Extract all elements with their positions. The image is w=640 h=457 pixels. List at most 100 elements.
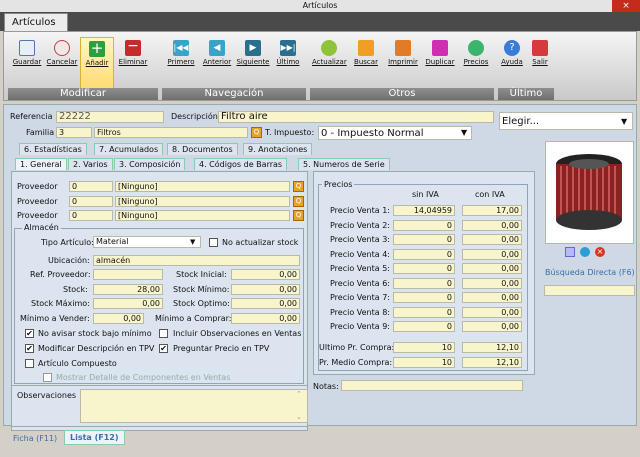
tab-composicion[interactable]: 3. Composición xyxy=(114,158,186,170)
proveedor-name-1: [Ninguno] xyxy=(115,181,290,192)
proveedor-search-icon-2[interactable]: Q xyxy=(293,196,304,207)
image-frame-icon[interactable] xyxy=(565,247,575,257)
precio-venta-con-iva[interactable]: 0,00 xyxy=(462,306,522,318)
proveedor-code-3[interactable]: 0 xyxy=(69,210,113,221)
busqueda-directa-field[interactable] xyxy=(544,285,635,296)
precio-venta-con-iva[interactable]: 0,00 xyxy=(462,263,522,274)
last-icon: ▶▶| xyxy=(280,40,296,56)
precio-venta-con-iva[interactable]: 0,00 xyxy=(462,292,522,303)
view-icon[interactable] xyxy=(580,247,590,257)
tipo-select[interactable]: Material xyxy=(93,236,201,248)
prices-icon xyxy=(468,40,484,56)
stock-inicial-field[interactable]: 0,00 xyxy=(231,269,300,280)
cancelar-button[interactable]: Cancelar xyxy=(45,37,79,85)
elegir-select[interactable]: Elegir... xyxy=(499,112,633,130)
no-avisar-checkbox[interactable]: ✔ xyxy=(25,329,34,338)
compuesto-checkbox[interactable] xyxy=(25,359,34,368)
guardar-button[interactable]: Guardar xyxy=(10,37,44,85)
precio-venta-label: Precio Venta 2: xyxy=(330,220,390,230)
referencia-label: Referencia xyxy=(10,112,53,121)
ayuda-button[interactable]: ? Ayuda xyxy=(498,37,526,85)
precio-venta-sin-iva[interactable]: 0 xyxy=(393,234,455,245)
tab-estadisticas[interactable]: 6. Estadísticas xyxy=(19,143,87,155)
familia-code-field[interactable]: 3 xyxy=(56,127,92,138)
precios-title: Precios xyxy=(322,180,355,189)
stock-minimo-field[interactable]: 0,00 xyxy=(231,284,300,295)
ultimo-compra-sin[interactable]: 10 xyxy=(393,342,455,353)
primero-button[interactable]: |◀◀ Primero xyxy=(164,37,198,85)
buscar-button[interactable]: Buscar xyxy=(349,37,383,85)
remove-image-icon[interactable]: × xyxy=(595,247,605,257)
proveedor-search-icon-3[interactable]: Q xyxy=(293,210,304,221)
precio-venta-con-iva[interactable]: 0,00 xyxy=(462,234,522,245)
familia-search-icon[interactable]: Q xyxy=(251,127,262,138)
tab-documentos[interactable]: 8. Documentos xyxy=(167,143,238,155)
siguiente-button[interactable]: ▶ Siguiente xyxy=(236,37,270,85)
tab-codigos[interactable]: 4. Códigos de Barras xyxy=(194,158,288,170)
precio-venta-con-iva[interactable]: 0,00 xyxy=(462,321,522,332)
impuesto-select[interactable]: 0 - Impuesto Normal xyxy=(318,126,472,140)
precio-venta-con-iva[interactable]: 17,00 xyxy=(462,205,522,216)
ubicacion-field[interactable]: almacén xyxy=(93,255,300,266)
tab-numeros-serie[interactable]: 5. Numeros de Serie xyxy=(298,158,390,170)
scroll-down-icon[interactable]: ⌄ xyxy=(296,413,302,421)
precio-venta-con-iva[interactable]: 0,00 xyxy=(462,219,522,231)
precio-venta-sin-iva[interactable]: 0 xyxy=(393,263,455,274)
precios-button[interactable]: Precios xyxy=(459,37,493,85)
tab-general[interactable]: 1. General xyxy=(15,158,67,170)
ultimo-button[interactable]: ▶▶| Último xyxy=(271,37,305,85)
observaciones-textarea[interactable] xyxy=(80,389,308,423)
incluir-checkbox[interactable] xyxy=(159,329,168,338)
proveedor-code-2[interactable]: 0 xyxy=(69,196,113,207)
col-sin-iva: sin IVA xyxy=(412,190,439,199)
imprimir-button[interactable]: Imprimir xyxy=(386,37,420,85)
precio-venta-sin-iva[interactable]: 0 xyxy=(393,248,455,260)
tab-articulos[interactable]: Artículos xyxy=(4,13,68,31)
anterior-button[interactable]: ◀ Anterior xyxy=(200,37,234,85)
medio-compra-sin[interactable]: 10 xyxy=(393,357,455,368)
scroll-up-icon[interactable]: ⌃ xyxy=(296,390,302,398)
group-otros: Actualizar Buscar Imprimir Duplicar Prec… xyxy=(310,34,494,100)
proveedor-code-1[interactable]: 0 xyxy=(69,181,113,192)
descripcion-field[interactable]: Filtro aire xyxy=(218,111,494,123)
preguntar-checkbox[interactable]: ✔ xyxy=(159,344,168,353)
stock-optimo-field[interactable]: 0,00 xyxy=(231,298,300,309)
proveedor-search-icon-1[interactable]: Q xyxy=(293,181,304,192)
eliminar-button[interactable]: − Eliminar xyxy=(116,37,150,85)
tab-anotaciones[interactable]: 9. Anotaciones xyxy=(243,143,313,155)
precio-venta-label: Precio Venta 3: xyxy=(330,235,390,244)
elegir-chevron-icon: ▼ xyxy=(621,117,628,126)
print-icon xyxy=(395,40,411,56)
no-actualizar-checkbox[interactable] xyxy=(209,238,218,247)
modificar-checkbox[interactable]: ✔ xyxy=(25,344,34,353)
precio-venta-con-iva[interactable]: 0,00 xyxy=(462,277,522,289)
referencia-field[interactable]: 22222 xyxy=(56,111,164,123)
notas-field[interactable] xyxy=(341,380,523,391)
tab-lista[interactable]: Lista (F12) xyxy=(64,430,125,445)
medio-compra-con[interactable]: 12,10 xyxy=(462,357,522,368)
ultimo-compra-con[interactable]: 12,10 xyxy=(462,342,522,353)
min-vender-field[interactable]: 0,00 xyxy=(93,313,144,324)
busqueda-directa-label: Búsqueda Directa (F6) xyxy=(545,268,635,277)
precio-venta-sin-iva[interactable]: 0 xyxy=(393,292,455,303)
group-ultimo: ? Ayuda Salir Último xyxy=(498,34,554,100)
precio-venta-sin-iva[interactable]: 0 xyxy=(393,306,455,318)
stock-field[interactable]: 28,00 xyxy=(93,284,163,295)
salir-button[interactable]: Salir xyxy=(526,37,554,85)
precio-venta-sin-iva[interactable]: 14,04959 xyxy=(393,205,455,216)
actualizar-button[interactable]: Actualizar xyxy=(312,37,347,85)
tab-varios[interactable]: 2. Varios xyxy=(68,158,113,170)
precio-venta-con-iva[interactable]: 0,00 xyxy=(462,248,522,260)
stock-maximo-field[interactable]: 0,00 xyxy=(93,298,163,309)
min-comprar-field[interactable]: 0,00 xyxy=(231,313,300,324)
close-button[interactable]: × xyxy=(612,0,640,12)
duplicar-button[interactable]: Duplicar xyxy=(423,37,457,85)
product-image[interactable] xyxy=(545,141,634,244)
mostrar-checkbox[interactable] xyxy=(43,373,52,382)
precio-venta-sin-iva[interactable]: 0 xyxy=(393,219,455,231)
tab-acumulados[interactable]: 7. Acumulados xyxy=(94,143,164,155)
ref-proveedor-field[interactable] xyxy=(93,269,163,280)
tab-ficha[interactable]: Ficha (F11) xyxy=(8,432,62,447)
precio-venta-sin-iva[interactable]: 0 xyxy=(393,277,455,289)
precio-venta-sin-iva[interactable]: 0 xyxy=(393,321,455,332)
